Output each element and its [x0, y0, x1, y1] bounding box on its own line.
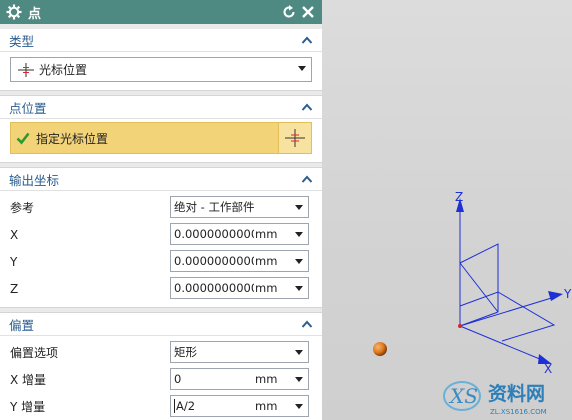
z-axis-label: Z [455, 190, 463, 204]
reference-row: 参考 绝对 - 工作部件 [10, 194, 312, 221]
y-increment-label: Y 增量 [10, 400, 46, 414]
x-unit: mm [255, 227, 278, 241]
type-dropdown[interactable]: 光标位置 [10, 57, 312, 82]
z-label: Z [10, 281, 19, 296]
x-coordinate-row: X 0.0000000000 mm [10, 221, 312, 248]
offset-option-row: 偏置选项 矩形 [10, 339, 312, 366]
cursor-crosshair-icon [18, 62, 34, 77]
point-location-section-header[interactable]: 点位置 [0, 96, 322, 119]
offset-option-dropdown[interactable]: 矩形 [170, 341, 309, 363]
type-section-title: 类型 [9, 33, 35, 49]
y-increment-unit: mm [255, 399, 278, 413]
x-value: 0.0000000000 [174, 227, 254, 241]
x-axis-label: X [544, 362, 552, 376]
gear-icon[interactable] [6, 4, 22, 20]
x-increment-unit: mm [255, 372, 278, 386]
specify-cursor-location-row[interactable]: 指定光标位置 [10, 122, 278, 154]
watermark-text: 资料网 [488, 382, 545, 405]
reference-dropdown[interactable]: 绝对 - 工作部件 [170, 196, 309, 218]
dropdown-arrow-icon[interactable] [295, 286, 303, 291]
dialog-title: 点 [28, 6, 42, 22]
reference-label: 参考 [10, 201, 35, 215]
watermark-url: ZL.XS1616.COM [490, 408, 547, 416]
specify-cursor-location-label: 指定光标位置 [36, 131, 109, 146]
y-unit: mm [255, 254, 278, 268]
z-unit: mm [255, 281, 278, 295]
output-coordinates-section-title: 输出坐标 [9, 172, 60, 188]
dropdown-arrow-icon [298, 66, 306, 71]
x-increment-field[interactable]: 0 mm [170, 368, 309, 390]
reference-value: 绝对 - 工作部件 [174, 200, 255, 214]
watermark-logo-mark: XS [448, 384, 478, 408]
y-coordinate-row: Y 0.0000000000 mm [10, 248, 312, 275]
y-increment-row: Y 增量 A/2 mm [10, 393, 312, 420]
y-axis-label: Y [563, 287, 572, 301]
dropdown-arrow-icon[interactable] [295, 404, 303, 409]
output-coordinates-section-header[interactable]: 输出坐标 [0, 168, 322, 191]
x-increment-label: X 增量 [10, 373, 47, 387]
type-dropdown-value: 光标位置 [39, 63, 88, 77]
dropdown-arrow-icon[interactable] [295, 377, 303, 382]
x-label: X [10, 227, 19, 242]
offset-section-title: 偏置 [9, 317, 35, 333]
coordinate-triad: Z Y X [373, 190, 572, 376]
y-increment-value: A/2 [174, 399, 256, 413]
offset-section-header[interactable]: 偏置 [0, 313, 322, 336]
y-value: 0.0000000000 [174, 254, 254, 268]
offset-option-value: 矩形 [174, 345, 197, 359]
y-increment-field[interactable]: A/2 mm [170, 395, 309, 417]
z-value: 0.0000000000 [174, 281, 254, 295]
point-location-section-title: 点位置 [9, 100, 47, 116]
dialog-titlebar: 点 [0, 0, 322, 24]
chevron-up-icon[interactable] [301, 174, 313, 184]
x-increment-value: 0 [174, 372, 182, 386]
dropdown-arrow-icon [295, 205, 303, 210]
y-coordinate-field[interactable]: 0.0000000000 mm [170, 250, 309, 272]
point-marker[interactable] [373, 342, 387, 356]
y-label: Y [10, 254, 18, 269]
dropdown-arrow-icon[interactable] [295, 232, 303, 237]
reset-icon[interactable] [281, 4, 297, 20]
chevron-up-icon[interactable] [301, 319, 313, 329]
offset-option-label: 偏置选项 [10, 346, 59, 360]
cursor-crosshair-icon [285, 129, 305, 147]
chevron-up-icon[interactable] [301, 102, 313, 112]
cursor-location-button[interactable] [278, 122, 312, 154]
z-coordinate-row: Z 0.0000000000 mm [10, 275, 312, 302]
site-watermark: XS 资料网 ZL.XS1616.COM [443, 381, 547, 416]
chevron-up-icon[interactable] [301, 35, 313, 45]
x-coordinate-field[interactable]: 0.0000000000 mm [170, 223, 309, 245]
type-section-header[interactable]: 类型 [0, 29, 322, 52]
graphics-viewport[interactable]: Z Y X [322, 0, 572, 420]
dropdown-arrow-icon [295, 350, 303, 355]
green-check-icon [16, 132, 30, 145]
x-increment-row: X 增量 0 mm [10, 366, 312, 393]
z-coordinate-field[interactable]: 0.0000000000 mm [170, 277, 309, 299]
point-dialog: 点 类型 光标位置 点位置 指定光标位置 输出坐标 参考 绝对 - 工作部件 X… [0, 0, 323, 420]
dropdown-arrow-icon[interactable] [295, 259, 303, 264]
close-icon[interactable] [300, 4, 316, 20]
